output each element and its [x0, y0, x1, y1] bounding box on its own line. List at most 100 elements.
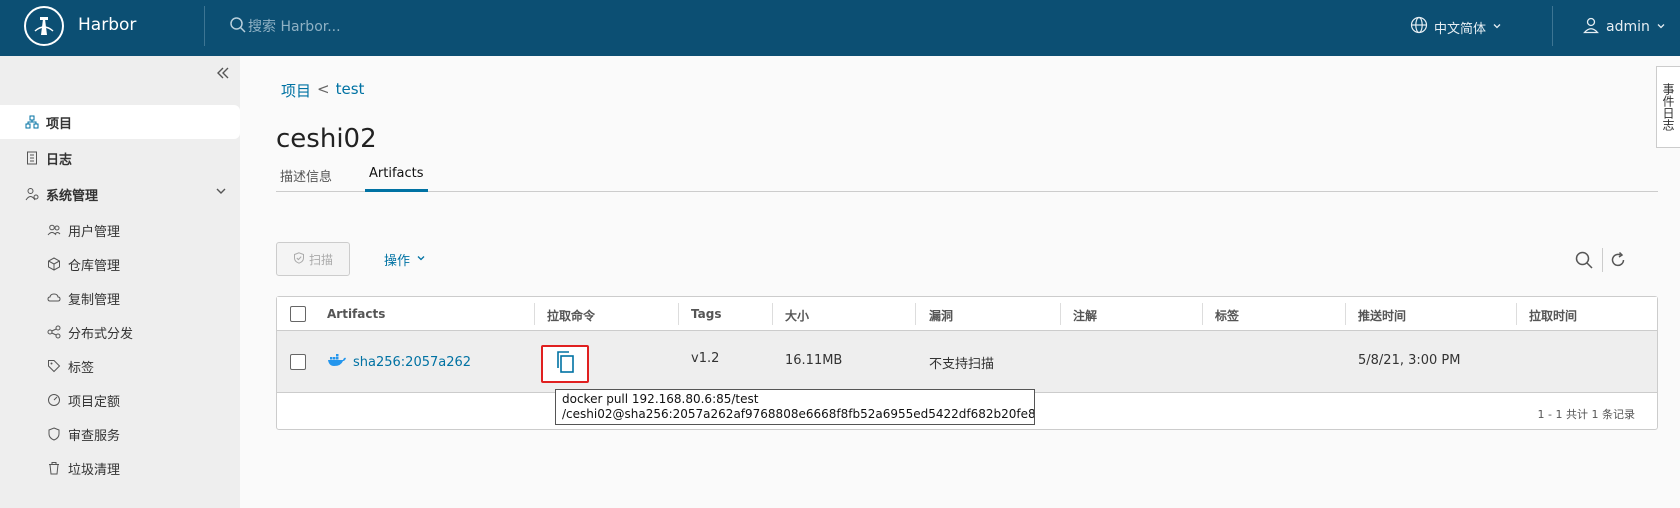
artifact-digest-link[interactable]: sha256:2057a262 — [327, 353, 471, 371]
header-divider — [204, 6, 205, 46]
column-separator[interactable] — [1060, 303, 1061, 325]
sidebar-item-replications[interactable]: 复制管理 — [0, 281, 240, 315]
scan-button-label: 扫描 — [308, 252, 333, 267]
column-header[interactable]: 注解 — [1073, 307, 1097, 324]
log-icon — [24, 150, 40, 166]
language-label: 中文简体 — [1434, 21, 1487, 37]
sidebar-item-users[interactable]: 用户管理 — [0, 213, 240, 247]
sidebar-item-gc[interactable]: 垃圾清理 — [0, 451, 240, 485]
actions-dropdown[interactable]: 操作 — [384, 250, 426, 269]
column-header[interactable]: 标签 — [1215, 307, 1239, 324]
trash-icon — [46, 460, 62, 476]
user-icon — [1582, 16, 1600, 38]
breadcrumb-separator: < — [317, 80, 330, 98]
brand-name[interactable]: Harbor — [78, 15, 136, 35]
sidebar-item-quotas[interactable]: 项目定额 — [0, 383, 240, 417]
sidebar-item-label: 项目 — [46, 116, 73, 132]
sidebar-item-label: 标签 — [68, 360, 95, 376]
shield-check-icon — [293, 251, 305, 267]
chevron-down-icon — [1656, 19, 1666, 35]
sidebar-item-label: 日志 — [46, 152, 73, 168]
column-separator[interactable] — [678, 303, 679, 325]
column-header[interactable]: 大小 — [785, 307, 809, 324]
sidebar-item-registries[interactable]: 仓库管理 — [0, 247, 240, 281]
row-checkbox[interactable] — [290, 354, 306, 370]
search-icon — [229, 16, 247, 38]
language-selector[interactable]: 中文简体 — [1410, 16, 1502, 38]
actions-label: 操作 — [384, 254, 411, 269]
pull-command-tooltip: docker pull 192.168.80.6:85/test /ceshi0… — [555, 389, 1035, 425]
shield-icon — [46, 426, 62, 442]
top-header: Harbor 中文简体 admin — [0, 0, 1680, 56]
replication-icon — [46, 290, 62, 306]
scan-button[interactable]: 扫描 — [276, 242, 350, 276]
artifact-digest: sha256:2057a262 — [353, 354, 472, 370]
sidebar-item-labels[interactable]: 标签 — [0, 349, 240, 383]
search-icon[interactable] — [1574, 250, 1594, 274]
sidebar-item-projects[interactable]: 项目 — [0, 105, 240, 139]
sidebar-item-label: 审查服务 — [68, 428, 121, 444]
sidebar-item-label: 复制管理 — [68, 292, 121, 308]
tag-icon — [46, 358, 62, 374]
column-header[interactable]: Tags — [691, 307, 721, 321]
tab-summary[interactable]: 描述信息 — [276, 164, 336, 192]
users-icon — [46, 222, 62, 238]
copy-icon — [555, 350, 575, 378]
column-header[interactable]: Artifacts — [327, 307, 385, 321]
quota-icon — [46, 392, 62, 408]
copy-pull-command-button[interactable] — [541, 345, 589, 383]
sidebar-item-distributions[interactable]: 分布式分发 — [0, 315, 240, 349]
column-separator[interactable] — [1345, 303, 1346, 325]
column-header[interactable]: 拉取时间 — [1529, 307, 1577, 324]
refresh-icon[interactable] — [1608, 250, 1628, 274]
artifact-tags[interactable]: v1.2 — [691, 351, 719, 366]
sidebar-item-label: 仓库管理 — [68, 258, 121, 274]
admin-icon — [24, 186, 40, 202]
chevron-down-icon — [416, 252, 426, 267]
toolbar-divider — [1602, 248, 1603, 272]
user-name: admin — [1606, 19, 1650, 35]
table-header: Artifacts 拉取命令 Tags 大小 漏洞 注解 标签 推送时间 拉取时… — [277, 297, 1657, 331]
chevron-down-icon[interactable] — [214, 184, 228, 202]
pull-command-line-2: /ceshi02@sha256:2057a262af9768808e6668f8… — [562, 407, 1035, 421]
sidebar-item-logs[interactable]: 日志 — [0, 141, 240, 175]
user-menu[interactable]: admin — [1582, 16, 1666, 38]
column-header[interactable]: 漏洞 — [929, 307, 953, 324]
table-row[interactable]: sha256:2057a262 v1.2 16.11MB 不支持扫描 5/8/2… — [277, 331, 1657, 393]
sidebar-item-label: 系统管理 — [46, 188, 99, 204]
column-header[interactable]: 推送时间 — [1358, 307, 1406, 324]
sidebar-item-label: 分布式分发 — [68, 326, 134, 342]
breadcrumb-current[interactable]: test — [336, 80, 365, 101]
sidebar: 项目 日志 系统管理 用户管理 仓库管理 复制管理 分布式分发 标签 项目定额 … — [0, 56, 240, 508]
header-divider — [1552, 6, 1553, 46]
sidebar-item-label: 项目定额 — [68, 394, 121, 410]
globe-icon — [1410, 16, 1428, 38]
breadcrumb-root[interactable]: 项目 — [281, 80, 311, 101]
artifact-size: 16.11MB — [785, 353, 843, 368]
sidebar-item-admin[interactable]: 系统管理 — [0, 177, 240, 211]
column-header[interactable]: 拉取命令 — [547, 307, 595, 324]
column-separator[interactable] — [1516, 303, 1517, 325]
chevron-down-icon — [1492, 20, 1502, 35]
global-search-input[interactable] — [248, 14, 548, 40]
artifact-vulnerabilities: 不支持扫描 — [929, 357, 995, 372]
distribution-icon — [46, 324, 62, 340]
pagination-summary: 1 - 1 共计 1 条记录 — [1537, 408, 1635, 421]
column-separator[interactable] — [772, 303, 773, 325]
sidebar-item-label: 垃圾清理 — [68, 462, 121, 478]
sidebar-item-interrogation[interactable]: 审查服务 — [0, 417, 240, 451]
docker-icon — [327, 353, 347, 371]
collapse-sidebar-icon[interactable] — [214, 64, 232, 82]
artifact-push-time: 5/8/21, 3:00 PM — [1358, 353, 1461, 368]
event-log-tab[interactable]: 事件日志 — [1656, 66, 1680, 148]
select-all-checkbox[interactable] — [290, 306, 306, 322]
column-separator[interactable] — [534, 303, 535, 325]
tab-artifacts[interactable]: Artifacts — [365, 164, 428, 192]
column-separator[interactable] — [915, 303, 916, 325]
harbor-logo-icon[interactable] — [24, 6, 64, 46]
breadcrumb: 项目 < test — [281, 80, 364, 101]
column-separator[interactable] — [1202, 303, 1203, 325]
pull-command-line-1: docker pull 192.168.80.6:85/test — [562, 392, 759, 406]
tab-bar: 描述信息 Artifacts — [276, 164, 1658, 192]
registry-icon — [46, 256, 62, 272]
